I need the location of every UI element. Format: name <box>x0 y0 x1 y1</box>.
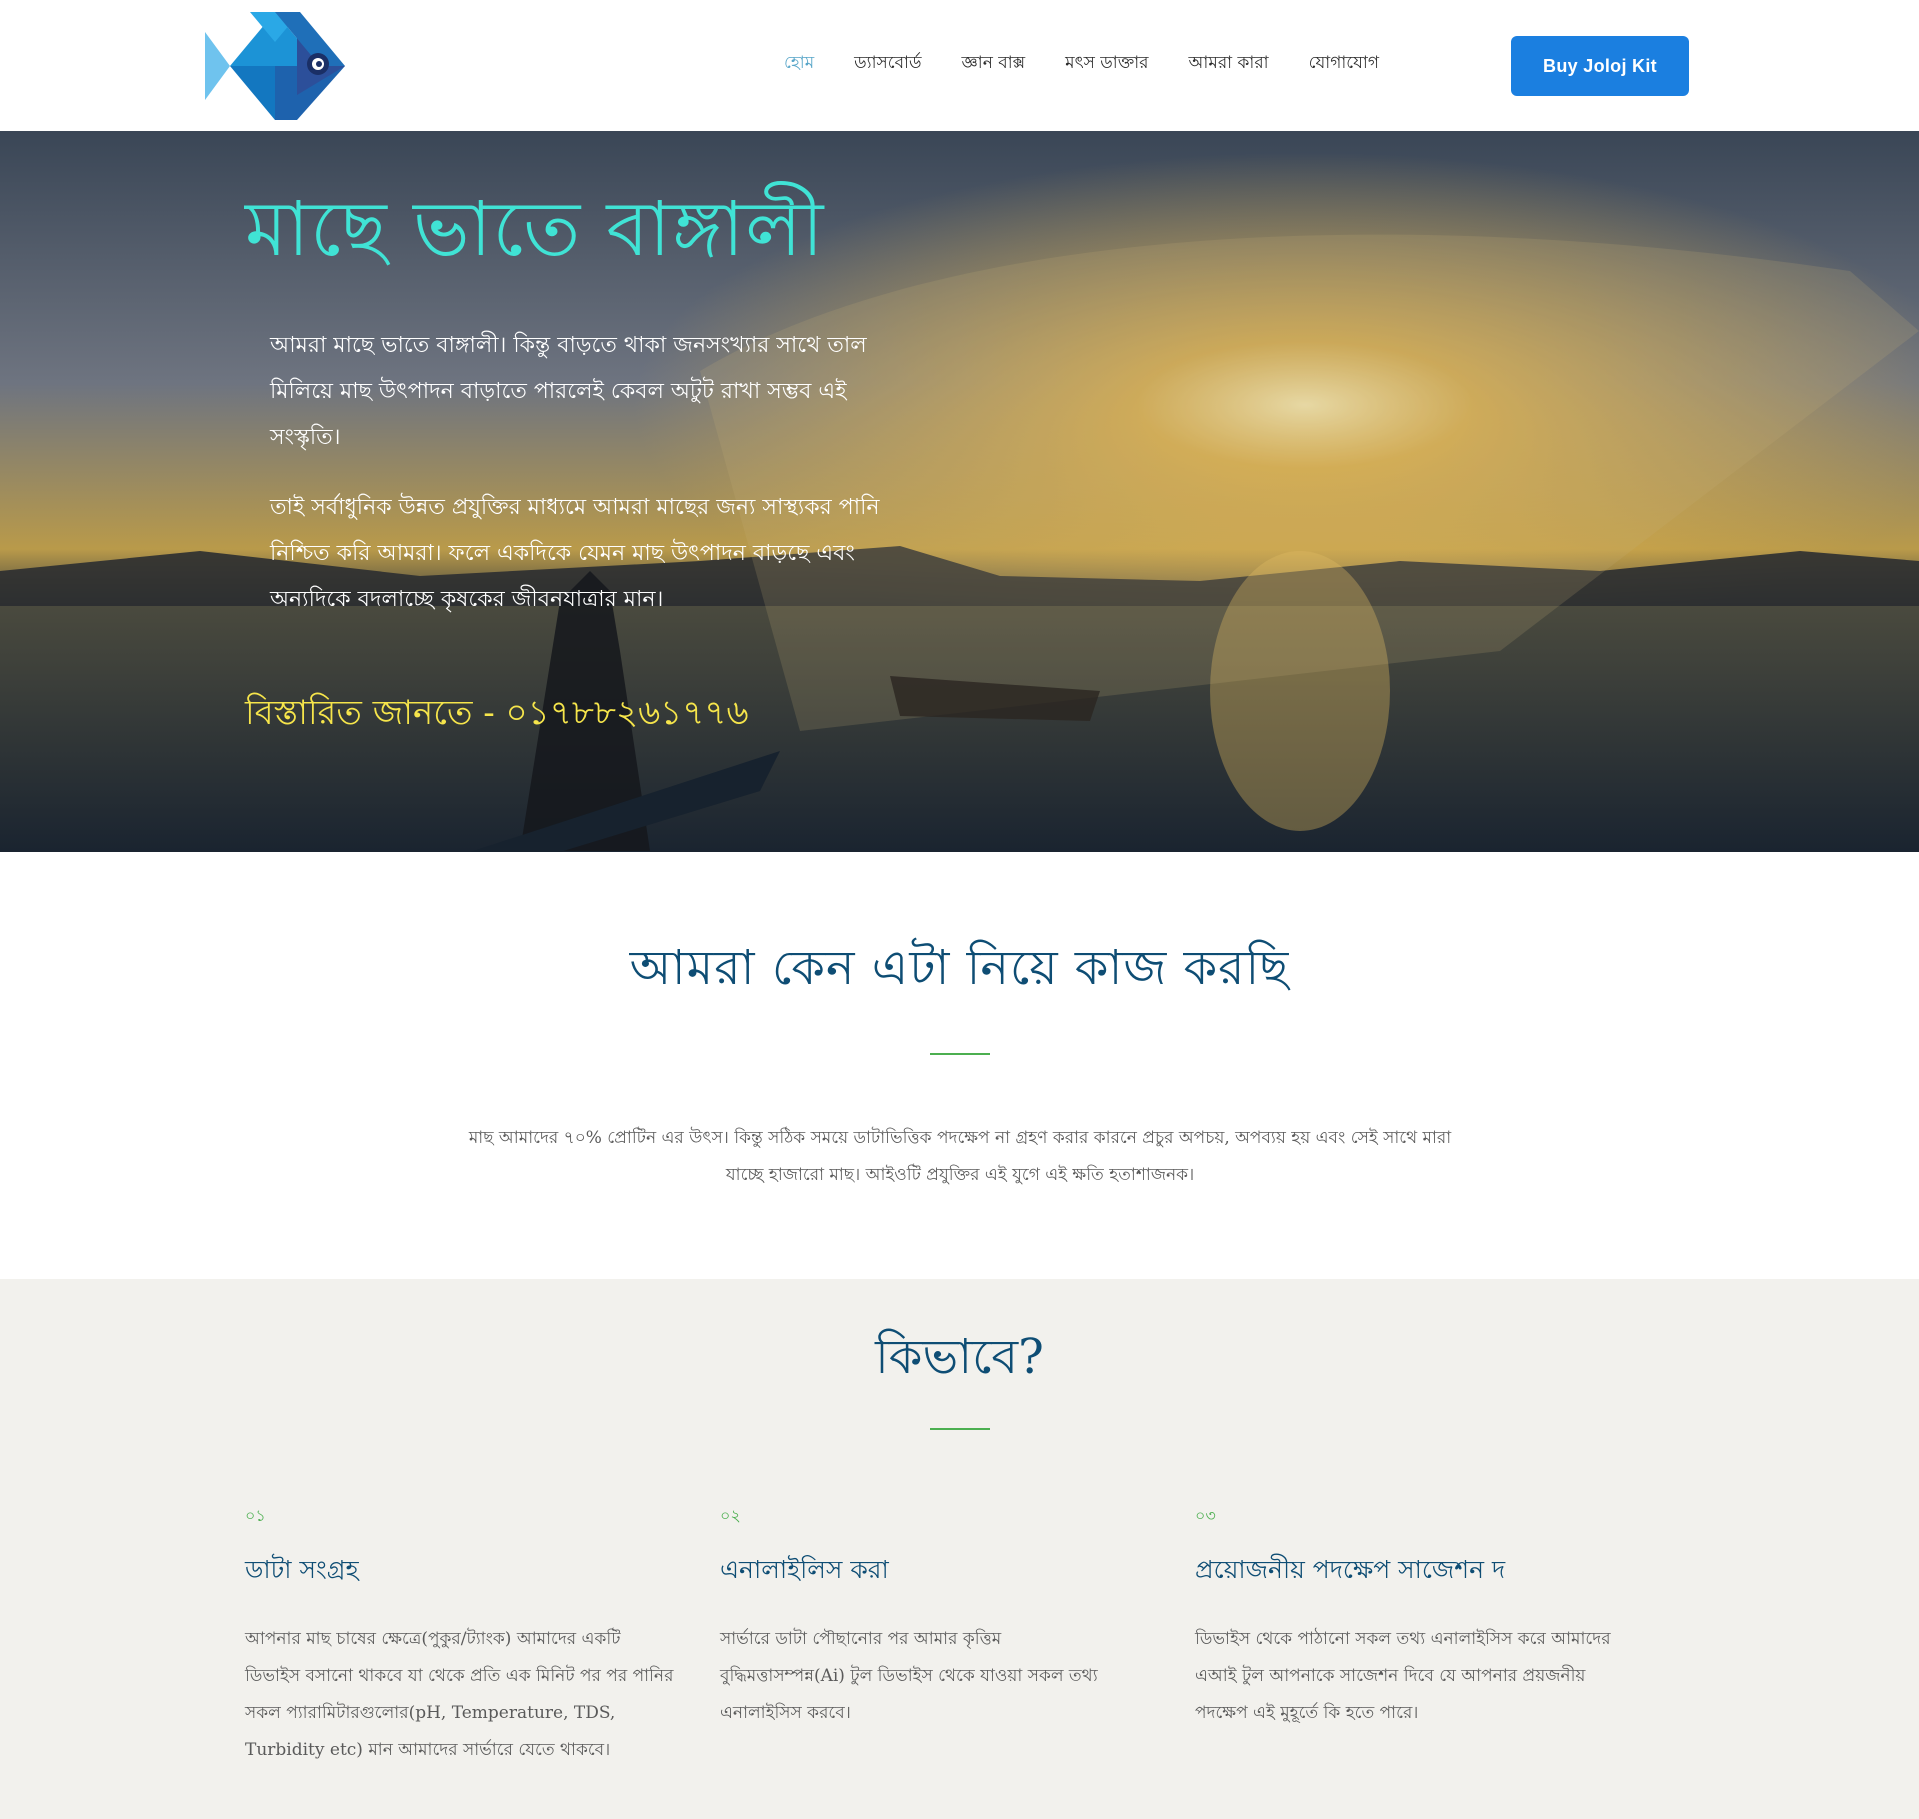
section-divider <box>929 1053 990 1055</box>
step-title: প্রয়োজনীয় পদক্ষেপ সাজেশন দ <box>1195 1555 1506 1584</box>
fish-logo-icon[interactable] <box>205 12 345 120</box>
nav-item-home[interactable]: হোম <box>784 50 814 78</box>
step-number: ০৩ <box>1195 1506 1216 1525</box>
how-section-title: কিভাবে? <box>875 1329 1044 1385</box>
nav-item-about-us[interactable]: আমরা কারা <box>1189 50 1269 78</box>
step-text: সার্ভারে ডাটা পৌছানোর পর আমার কৃত্তিম বু… <box>720 1629 1098 1723</box>
step-card: ০৩ প্রয়োজনীয় পদক্ষেপ সাজেশন দ ডিভাইস থ… <box>1195 1503 1615 1732</box>
hero-paragraph-2: তাই সর্বাধুনিক উন্নত প্রযুক্তির মাধ্যমে … <box>270 495 880 612</box>
section-divider <box>929 1428 990 1430</box>
main-nav: হোম ড্যাসবোর্ড জ্ঞান বাক্স মৎস ডাক্তার আ… <box>784 50 1379 78</box>
hero-section: মাছে ভাতে বাঙ্গালী আমরা মাছে ভাতে বাঙ্গা… <box>0 131 1919 852</box>
step-number: ০২ <box>720 1506 741 1525</box>
step-number: ০১ <box>245 1506 266 1525</box>
nav-item-contact[interactable]: যোগাযোগ <box>1309 50 1379 78</box>
step-card: ০২ এনালাইলিস করা সার্ভারে ডাটা পৌছানোর প… <box>720 1503 1130 1732</box>
step-text: ডিভাইস থেকে পাঠানো সকল তথ্য এনালাইসিস কর… <box>1195 1629 1611 1723</box>
step-card: ০১ ডাটা সংগ্রহ আপনার মাছ চাষের ক্ষেত্রে(… <box>245 1503 675 1769</box>
hero-title: মাছে ভাতে বাঙ্গালী <box>245 184 825 273</box>
why-section-text: মাছ আমাদের ৭০% প্রোটিন এর উৎস। কিন্তু সঠ… <box>468 1128 1452 1185</box>
buy-kit-button[interactable]: Buy Joloj Kit <box>1511 36 1689 96</box>
site-header: হোম ড্যাসবোর্ড জ্ঞান বাক্স মৎস ডাক্তার আ… <box>0 0 1919 131</box>
step-title: এনালাইলিস করা <box>720 1555 889 1584</box>
nav-item-dashboard[interactable]: ড্যাসবোর্ড <box>854 50 921 78</box>
nav-item-fish-doctor[interactable]: মৎস ডাক্তার <box>1065 50 1148 78</box>
hero-contact-phone[interactable]: বিস্তারিত জানতে - ০১৭৮৮২৬১৭৭৬ <box>245 687 749 744</box>
hero-paragraph-1: আমরা মাছে ভাতে বাঙ্গালী। কিন্তু বাড়তে থ… <box>270 333 867 450</box>
nav-item-knowledge-box[interactable]: জ্ঞান বাক্স <box>962 50 1026 78</box>
step-text: আপনার মাছ চাষের ক্ষেত্রে(পুকুর/ট্যাংক) আ… <box>245 1629 674 1760</box>
why-section: আমরা কেন এটা নিয়ে কাজ করছি মাছ আমাদের ৭… <box>0 852 1919 1279</box>
how-section: কিভাবে? ০১ ডাটা সংগ্রহ আপনার মাছ চাষের ক… <box>0 1279 1919 1819</box>
why-section-title: আমরা কেন এটা নিয়ে কাজ করছি <box>629 940 1290 996</box>
step-title: ডাটা সংগ্রহ <box>245 1555 359 1584</box>
